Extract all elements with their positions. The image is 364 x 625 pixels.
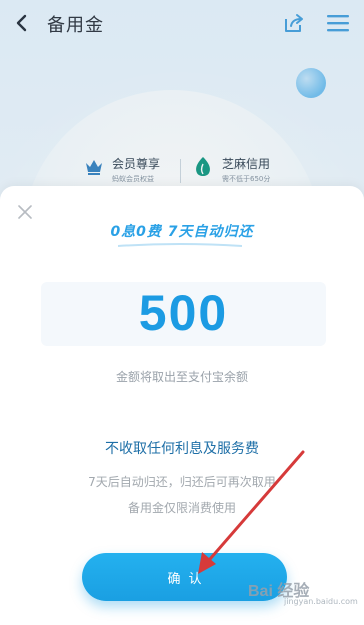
amount-note: 金额将取出至支付宝余额 <box>115 370 248 384</box>
amount-box: 500 <box>41 282 326 346</box>
amount-value: 500 <box>138 285 229 341</box>
slogan: 0息0费 7天自动归还 <box>110 224 254 240</box>
watermark: Bai 经验 jingyan.baidu.com <box>248 573 358 613</box>
watermark-url: jingyan.baidu.com <box>284 597 358 606</box>
annotation-arrow <box>198 450 305 574</box>
close-icon[interactable] <box>18 204 32 219</box>
slogan-underline <box>118 243 242 247</box>
